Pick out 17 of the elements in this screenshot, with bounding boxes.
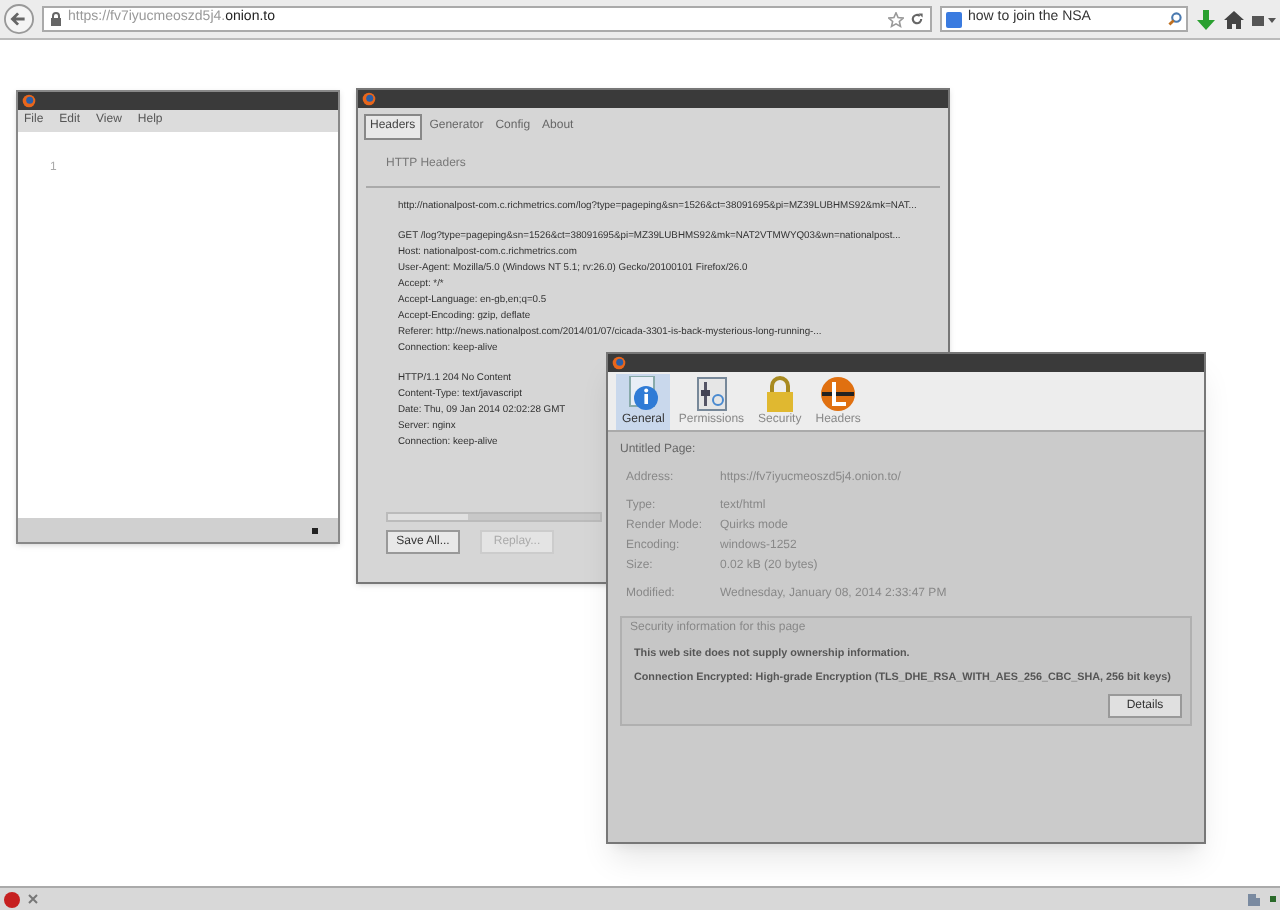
close-icon[interactable] (28, 894, 38, 904)
lock-icon (763, 376, 796, 412)
star-icon[interactable] (888, 11, 904, 27)
search-engine-icon[interactable] (946, 11, 962, 27)
resize-grip-icon (1270, 896, 1276, 902)
adblock-icon[interactable] (4, 891, 20, 907)
home-icon[interactable] (1224, 9, 1244, 29)
browser-logo-icon (362, 92, 376, 106)
search-icon[interactable] (1168, 12, 1182, 26)
menu-icon[interactable] (1252, 11, 1276, 27)
lock-icon (50, 12, 62, 26)
browser-logo-icon (22, 94, 36, 108)
browser-logo-icon (612, 356, 626, 370)
resize-grip-icon (312, 527, 318, 533)
download-icon[interactable] (1196, 9, 1216, 29)
reload-icon[interactable] (910, 12, 924, 26)
back-icon[interactable] (4, 4, 34, 34)
